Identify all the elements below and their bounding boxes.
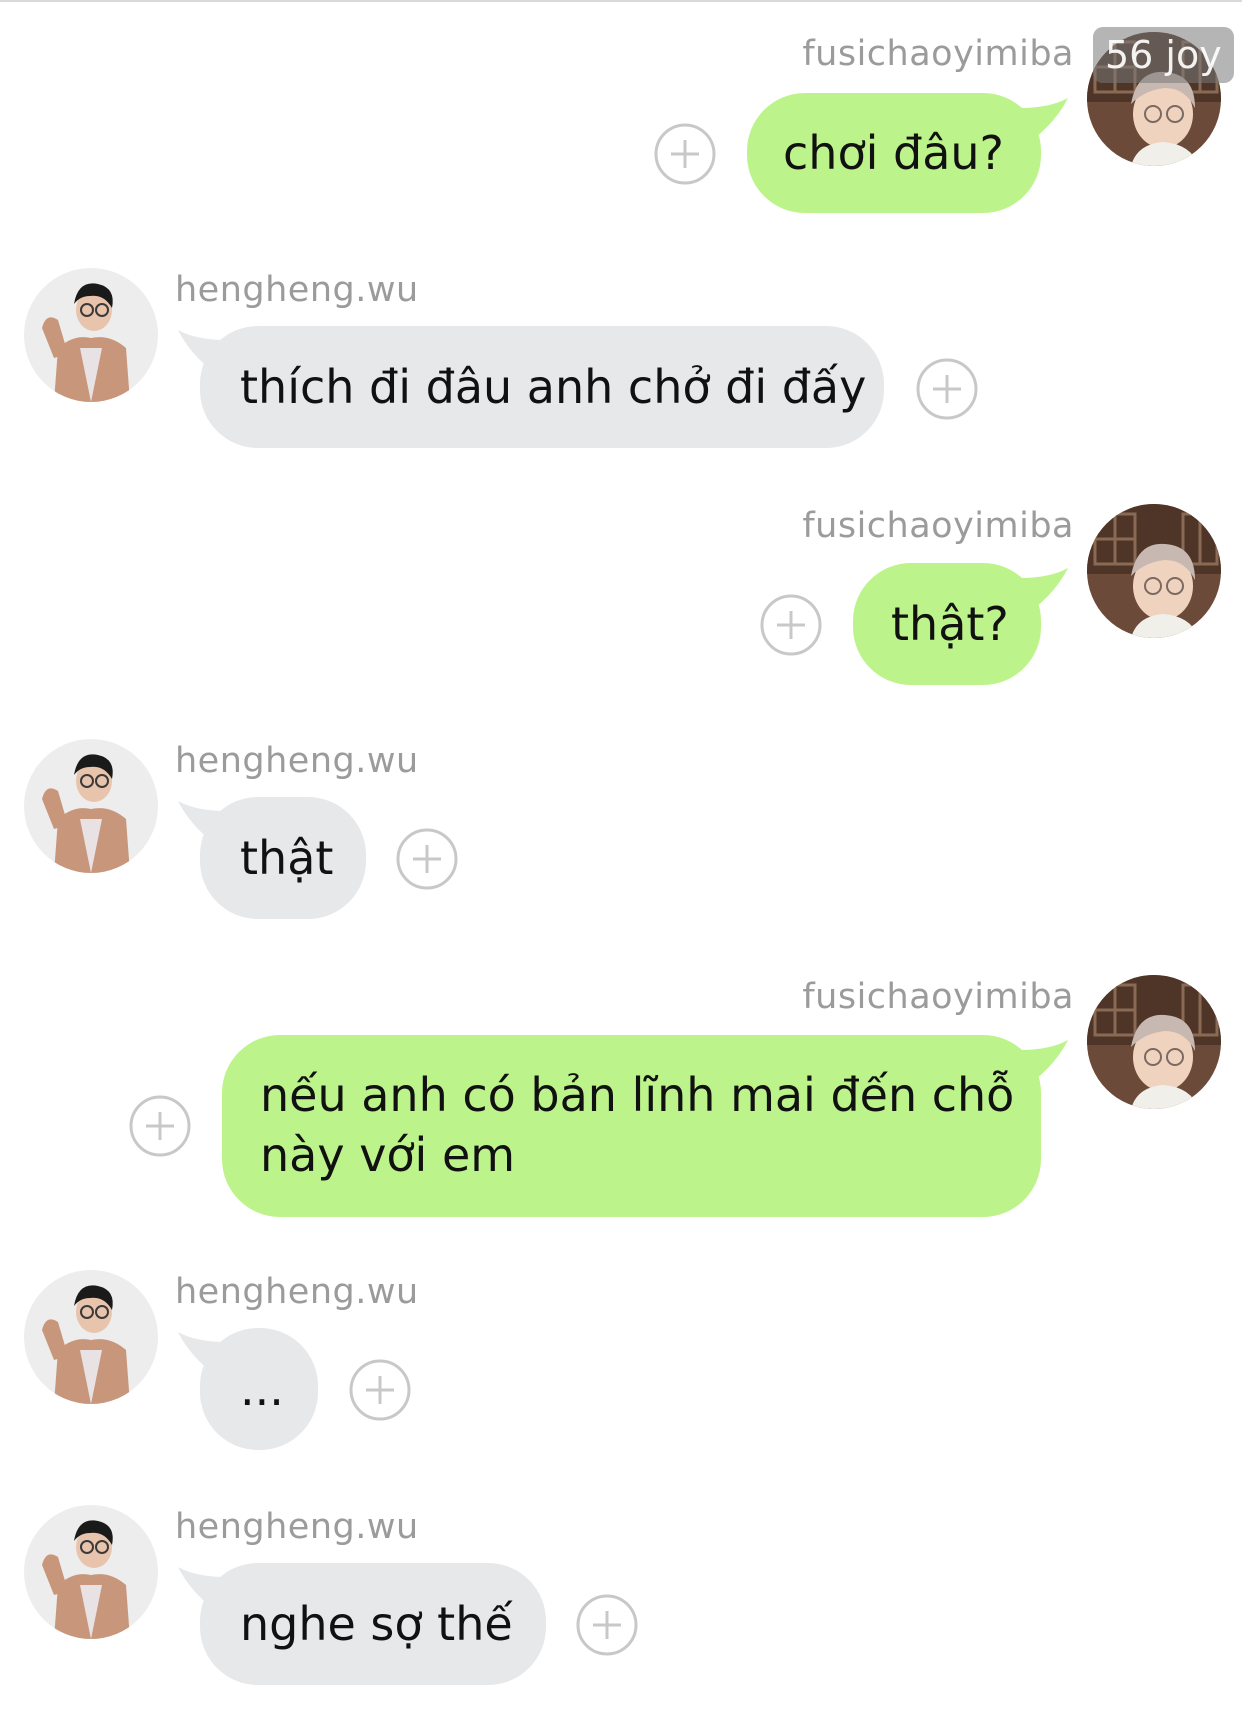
watermark-badge: 56 joy bbox=[1093, 27, 1234, 83]
avatar-hengheng-wu-image bbox=[24, 1505, 158, 1639]
avatar-hengheng-wu-image bbox=[24, 1270, 158, 1404]
add-reaction-button[interactable] bbox=[129, 1095, 191, 1157]
avatar-fusichaoyimiba-image bbox=[1087, 975, 1221, 1109]
avatar[interactable] bbox=[1087, 975, 1221, 1109]
message-text: thật? bbox=[891, 597, 1009, 651]
sender-name: fusichaoyimiba bbox=[802, 506, 1074, 546]
message-bubble[interactable]: thật? bbox=[853, 563, 1041, 685]
message-bubble[interactable]: chơi đâu? bbox=[747, 93, 1041, 213]
message-bubble[interactable]: thật bbox=[200, 797, 366, 919]
plus-circle-icon bbox=[129, 1095, 191, 1157]
message-text-line-1: nếu anh có bản lĩnh mai đến chỗ bbox=[260, 1068, 1015, 1122]
avatar-fusichaoyimiba-image bbox=[1087, 504, 1221, 638]
sender-name: fusichaoyimiba bbox=[802, 977, 1074, 1017]
plus-circle-icon bbox=[349, 1359, 411, 1421]
add-reaction-button[interactable] bbox=[576, 1594, 638, 1656]
sender-name: hengheng.wu bbox=[175, 270, 419, 310]
top-divider bbox=[0, 0, 1242, 2]
avatar[interactable] bbox=[24, 1270, 158, 1404]
plus-circle-icon bbox=[396, 828, 458, 890]
message-bubble[interactable]: ... bbox=[200, 1328, 318, 1450]
message-text: thật bbox=[240, 831, 334, 885]
add-reaction-button[interactable] bbox=[396, 828, 458, 890]
message-text: ... bbox=[240, 1362, 284, 1416]
add-reaction-button[interactable] bbox=[349, 1359, 411, 1421]
avatar[interactable] bbox=[24, 268, 158, 402]
message-text: nghe sợ thế bbox=[240, 1597, 513, 1651]
message-bubble[interactable]: nghe sợ thế bbox=[200, 1563, 546, 1685]
avatar-hengheng-wu-image bbox=[24, 739, 158, 873]
plus-circle-icon bbox=[576, 1594, 638, 1656]
avatar[interactable] bbox=[24, 739, 158, 873]
add-reaction-button[interactable] bbox=[760, 594, 822, 656]
message-bubble[interactable]: thích đi đâu anh chở đi đấy bbox=[200, 326, 884, 448]
avatar[interactable] bbox=[24, 1505, 158, 1639]
sender-name: hengheng.wu bbox=[175, 1507, 419, 1547]
sender-name: fusichaoyimiba bbox=[802, 34, 1074, 74]
message-text: chơi đâu? bbox=[783, 126, 1004, 180]
add-reaction-button[interactable] bbox=[916, 358, 978, 420]
message-text-line-2: này với em bbox=[260, 1128, 516, 1182]
sender-name: hengheng.wu bbox=[175, 1272, 419, 1312]
plus-circle-icon bbox=[654, 123, 716, 185]
message-bubble[interactable]: nếu anh có bản lĩnh mai đến chỗ này với … bbox=[222, 1035, 1041, 1217]
avatar[interactable] bbox=[1087, 504, 1221, 638]
message-text: thích đi đâu anh chở đi đấy bbox=[240, 360, 867, 414]
avatar-hengheng-wu-image bbox=[24, 268, 158, 402]
plus-circle-icon bbox=[916, 358, 978, 420]
sender-name: hengheng.wu bbox=[175, 741, 419, 781]
add-reaction-button[interactable] bbox=[654, 123, 716, 185]
plus-circle-icon bbox=[760, 594, 822, 656]
